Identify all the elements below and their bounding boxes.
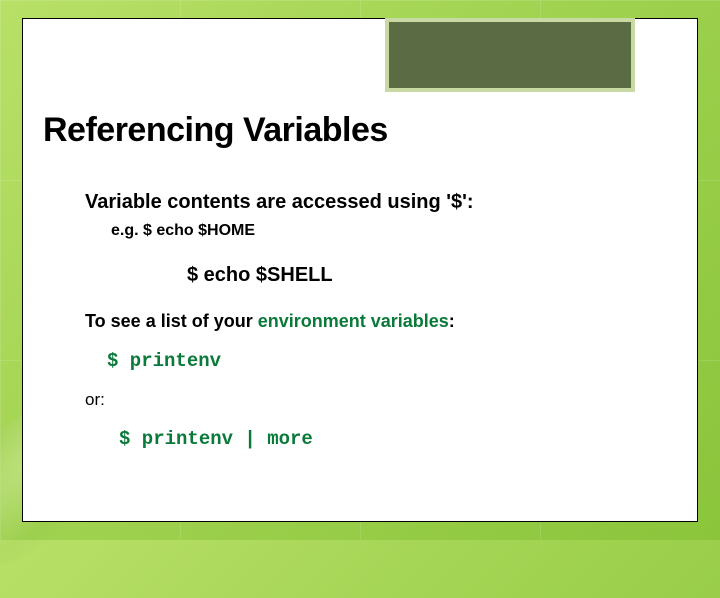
text-envvars-a: To see a list of your — [85, 311, 258, 331]
slide-title: Referencing Variables — [43, 111, 388, 150]
slide-content: Variable contents are accessed using '$'… — [85, 191, 657, 450]
text-line-example-home: e.g. $ echo $HOME — [111, 222, 657, 240]
text-envvars-highlight: environment variables — [258, 311, 449, 331]
title-accent-box — [385, 18, 635, 92]
text-line-envvars: To see a list of your environment variab… — [85, 311, 657, 332]
cmd-printenv: $ printenv — [107, 350, 657, 372]
example-prefix: e.g. — [111, 222, 143, 239]
text-line-access: Variable contents are accessed using '$'… — [85, 191, 657, 214]
text-envvars-c: : — [449, 311, 455, 331]
cmd-echo-shell: $ echo $SHELL — [187, 264, 657, 287]
cmd-echo-home: $ echo $HOME — [143, 222, 255, 239]
cmd-printenv-more: $ printenv | more — [119, 428, 657, 450]
slide-body: Referencing Variables Variable contents … — [22, 18, 698, 522]
text-or: or: — [85, 390, 657, 410]
